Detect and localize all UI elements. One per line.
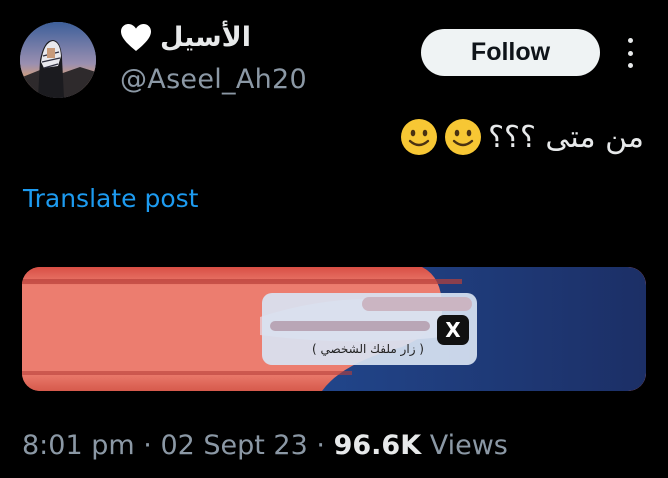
slightly-smiling-face-icon	[400, 118, 438, 156]
views-label: Views	[429, 430, 508, 461]
follow-button[interactable]: Follow	[421, 29, 600, 76]
notification-text: ( زار ملفك الشخصي )	[312, 342, 424, 356]
post-text: من متى ؟؟؟	[400, 118, 644, 156]
user-handle[interactable]: @Aseel_Ah20	[120, 64, 307, 95]
display-name[interactable]: الأسيل	[120, 22, 251, 53]
meta-separator: ·	[316, 430, 325, 461]
white-heart-icon	[120, 23, 152, 53]
translate-post-link[interactable]: Translate post	[23, 184, 198, 213]
post-meta: 8:01 pm · 02 Sept 23 · 96.6K Views	[22, 430, 508, 461]
more-vertical-icon[interactable]	[620, 38, 640, 68]
slightly-smiling-face-icon	[444, 118, 482, 156]
post-text-body: من متى ؟؟؟	[488, 119, 644, 155]
post-media-image[interactable]: X ( زار ملفك الشخصي )	[22, 267, 646, 391]
avatar-image	[20, 22, 96, 98]
views-count[interactable]: 96.6K	[334, 430, 422, 461]
tweet-screen: الأسيل @Aseel_Ah20 Follow من متى ؟؟؟ Tra…	[0, 0, 668, 478]
post-time[interactable]: 8:01 pm	[22, 430, 135, 461]
x-logo-icon: X	[437, 315, 469, 345]
avatar[interactable]	[20, 22, 96, 98]
media-background	[22, 267, 646, 391]
meta-separator: ·	[143, 430, 152, 461]
display-name-text: الأسيل	[160, 22, 252, 53]
post-date[interactable]: 02 Sept 23	[160, 430, 307, 461]
